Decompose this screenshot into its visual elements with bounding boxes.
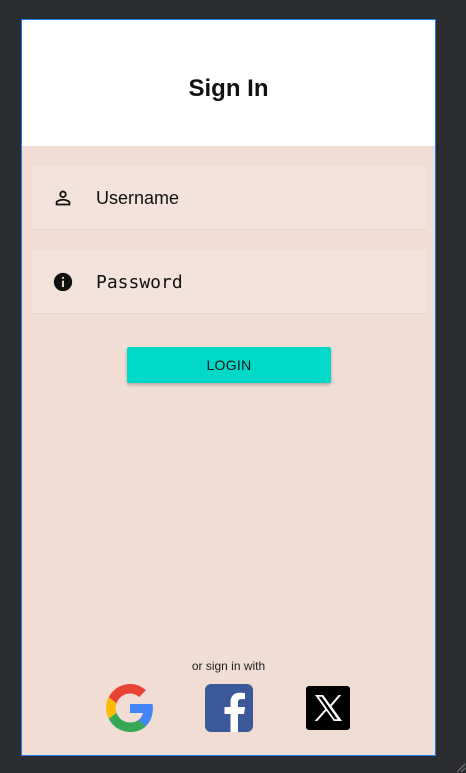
google-logo-icon[interactable] bbox=[106, 684, 154, 732]
username-input[interactable] bbox=[96, 184, 396, 212]
device-preview-frame: Sign In LOGIN or sign in with bbox=[21, 19, 436, 756]
info-icon bbox=[53, 272, 73, 292]
page-title: Sign In bbox=[188, 75, 269, 102]
login-button[interactable]: LOGIN bbox=[127, 347, 331, 383]
username-field[interactable] bbox=[32, 166, 426, 230]
person-icon bbox=[55, 190, 71, 206]
x-logo-icon[interactable] bbox=[306, 686, 350, 730]
header: Sign In bbox=[22, 20, 435, 146]
password-input[interactable] bbox=[96, 268, 396, 296]
social-signin-prompt: or sign in with bbox=[191, 659, 266, 673]
password-field[interactable] bbox=[32, 250, 426, 314]
facebook-logo-icon[interactable] bbox=[205, 684, 253, 732]
resize-grip-icon[interactable] bbox=[454, 761, 466, 773]
